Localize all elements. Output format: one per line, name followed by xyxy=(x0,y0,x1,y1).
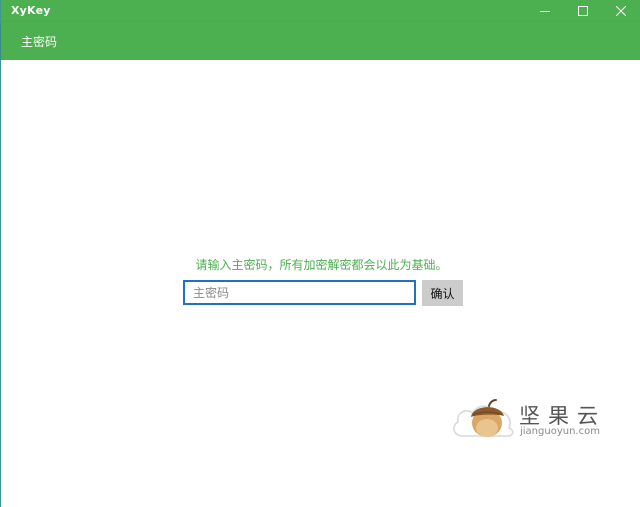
maximize-button[interactable] xyxy=(564,0,602,22)
maximize-icon xyxy=(578,6,588,16)
tab-label: 主密码 xyxy=(21,34,58,49)
app-title: XyKey xyxy=(11,4,51,17)
window-controls xyxy=(526,0,640,22)
confirm-button[interactable]: 确认 xyxy=(422,280,463,306)
master-password-prompt: 请输入主密码，所有加密解密都会以此为基础。 xyxy=(195,258,448,272)
minimize-button[interactable] xyxy=(526,0,564,22)
minimize-icon xyxy=(540,11,550,12)
close-icon xyxy=(616,6,626,16)
main-content: 请输入主密码，所有加密解密都会以此为基础。 确认 坚果云 jianguoyun.… xyxy=(1,60,640,500)
tab-master-password[interactable]: 主密码 xyxy=(11,22,67,60)
watermark-url: jianguoyun.com xyxy=(520,426,600,437)
close-button[interactable] xyxy=(602,0,640,22)
master-password-input[interactable] xyxy=(183,280,416,305)
title-bar[interactable]: XyKey xyxy=(1,0,640,22)
acorn-cloud-logo xyxy=(453,399,514,437)
app-window: XyKey 主密码 请输入主密码，所有加密解密都会以此为基础。 确认 坚果云 j… xyxy=(0,0,640,507)
jianguoyun-watermark: 坚果云 jianguoyun.com xyxy=(449,396,629,448)
tab-bar: 主密码 xyxy=(1,22,640,60)
